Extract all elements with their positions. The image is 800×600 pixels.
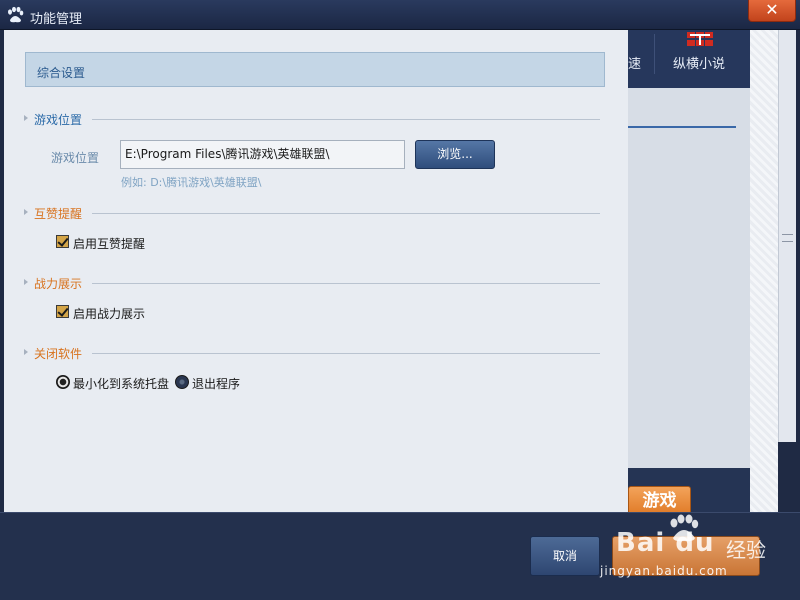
paw-icon [8, 6, 24, 23]
section-game-location: 游戏位置 [24, 111, 604, 127]
section-heading: 战力展示 [34, 277, 83, 291]
path-example-hint: 例如: D:\腾讯游戏\英雄联盟\ [121, 176, 262, 189]
minimize-to-tray-label[interactable]: 最小化到系统托盘 [73, 375, 169, 392]
caret-right-icon [24, 209, 28, 215]
background-scrollbar[interactable] [778, 30, 796, 442]
background-nav-partial-label: 速 [628, 57, 642, 72]
section-mutual-like: 互赞提醒 [24, 205, 604, 221]
close-button[interactable]: ✕ [748, 0, 796, 22]
watermark-url: jingyan.baidu.com [600, 564, 728, 578]
game-path-input[interactable]: E:\Program Files\腾讯游戏\英雄联盟\ [120, 140, 405, 169]
window-title: 功能管理 [30, 12, 83, 27]
section-close-software: 关闭软件 [24, 345, 604, 361]
background-nav-novel-label: 纵横小说 [673, 57, 726, 72]
power-display-checkbox[interactable] [56, 305, 69, 318]
caret-right-icon [24, 279, 28, 285]
baidu-jingyan-watermark: Bai du 经验 jingyan.baidu.com [600, 514, 774, 584]
browse-button[interactable]: 浏览... [415, 140, 495, 169]
section-divider [92, 213, 600, 214]
minimize-to-tray-radio[interactable] [56, 375, 70, 389]
settings-dialog: 综合设置 游戏位置 游戏位置 E:\Program Files\腾讯游戏\英雄联… [4, 30, 628, 512]
section-divider [92, 283, 600, 284]
section-divider [92, 119, 600, 120]
power-display-checkbox-label[interactable]: 启用战力展示 [73, 305, 145, 322]
background-divider [628, 126, 736, 128]
caret-right-icon [24, 349, 28, 355]
caret-right-icon [24, 115, 28, 121]
game-location-label: 游戏位置 [51, 151, 100, 165]
section-heading: 关闭软件 [34, 347, 83, 361]
title-bar: 功能管理 [0, 0, 800, 30]
mutual-like-checkbox[interactable] [56, 235, 69, 248]
scrollbar-grip[interactable] [782, 234, 793, 242]
watermark-suffix: 经验 [726, 538, 766, 562]
section-power-display: 战力展示 [24, 275, 604, 291]
cancel-button[interactable]: 取消 [530, 536, 600, 576]
settings-header-title: 综合设置 [37, 66, 86, 80]
section-heading: 互赞提醒 [34, 207, 83, 221]
section-heading: 游戏位置 [34, 113, 83, 127]
exit-program-label[interactable]: 退出程序 [192, 375, 240, 392]
exit-program-radio[interactable] [175, 375, 189, 389]
background-right-rail [750, 30, 778, 512]
settings-header: 综合设置 [25, 52, 605, 87]
novel-icon [686, 31, 714, 47]
mutual-like-checkbox-label[interactable]: 启用互赞提醒 [73, 235, 145, 252]
background-nav-separator [654, 34, 655, 74]
section-divider [92, 353, 600, 354]
watermark-brand: Bai du [616, 528, 715, 558]
